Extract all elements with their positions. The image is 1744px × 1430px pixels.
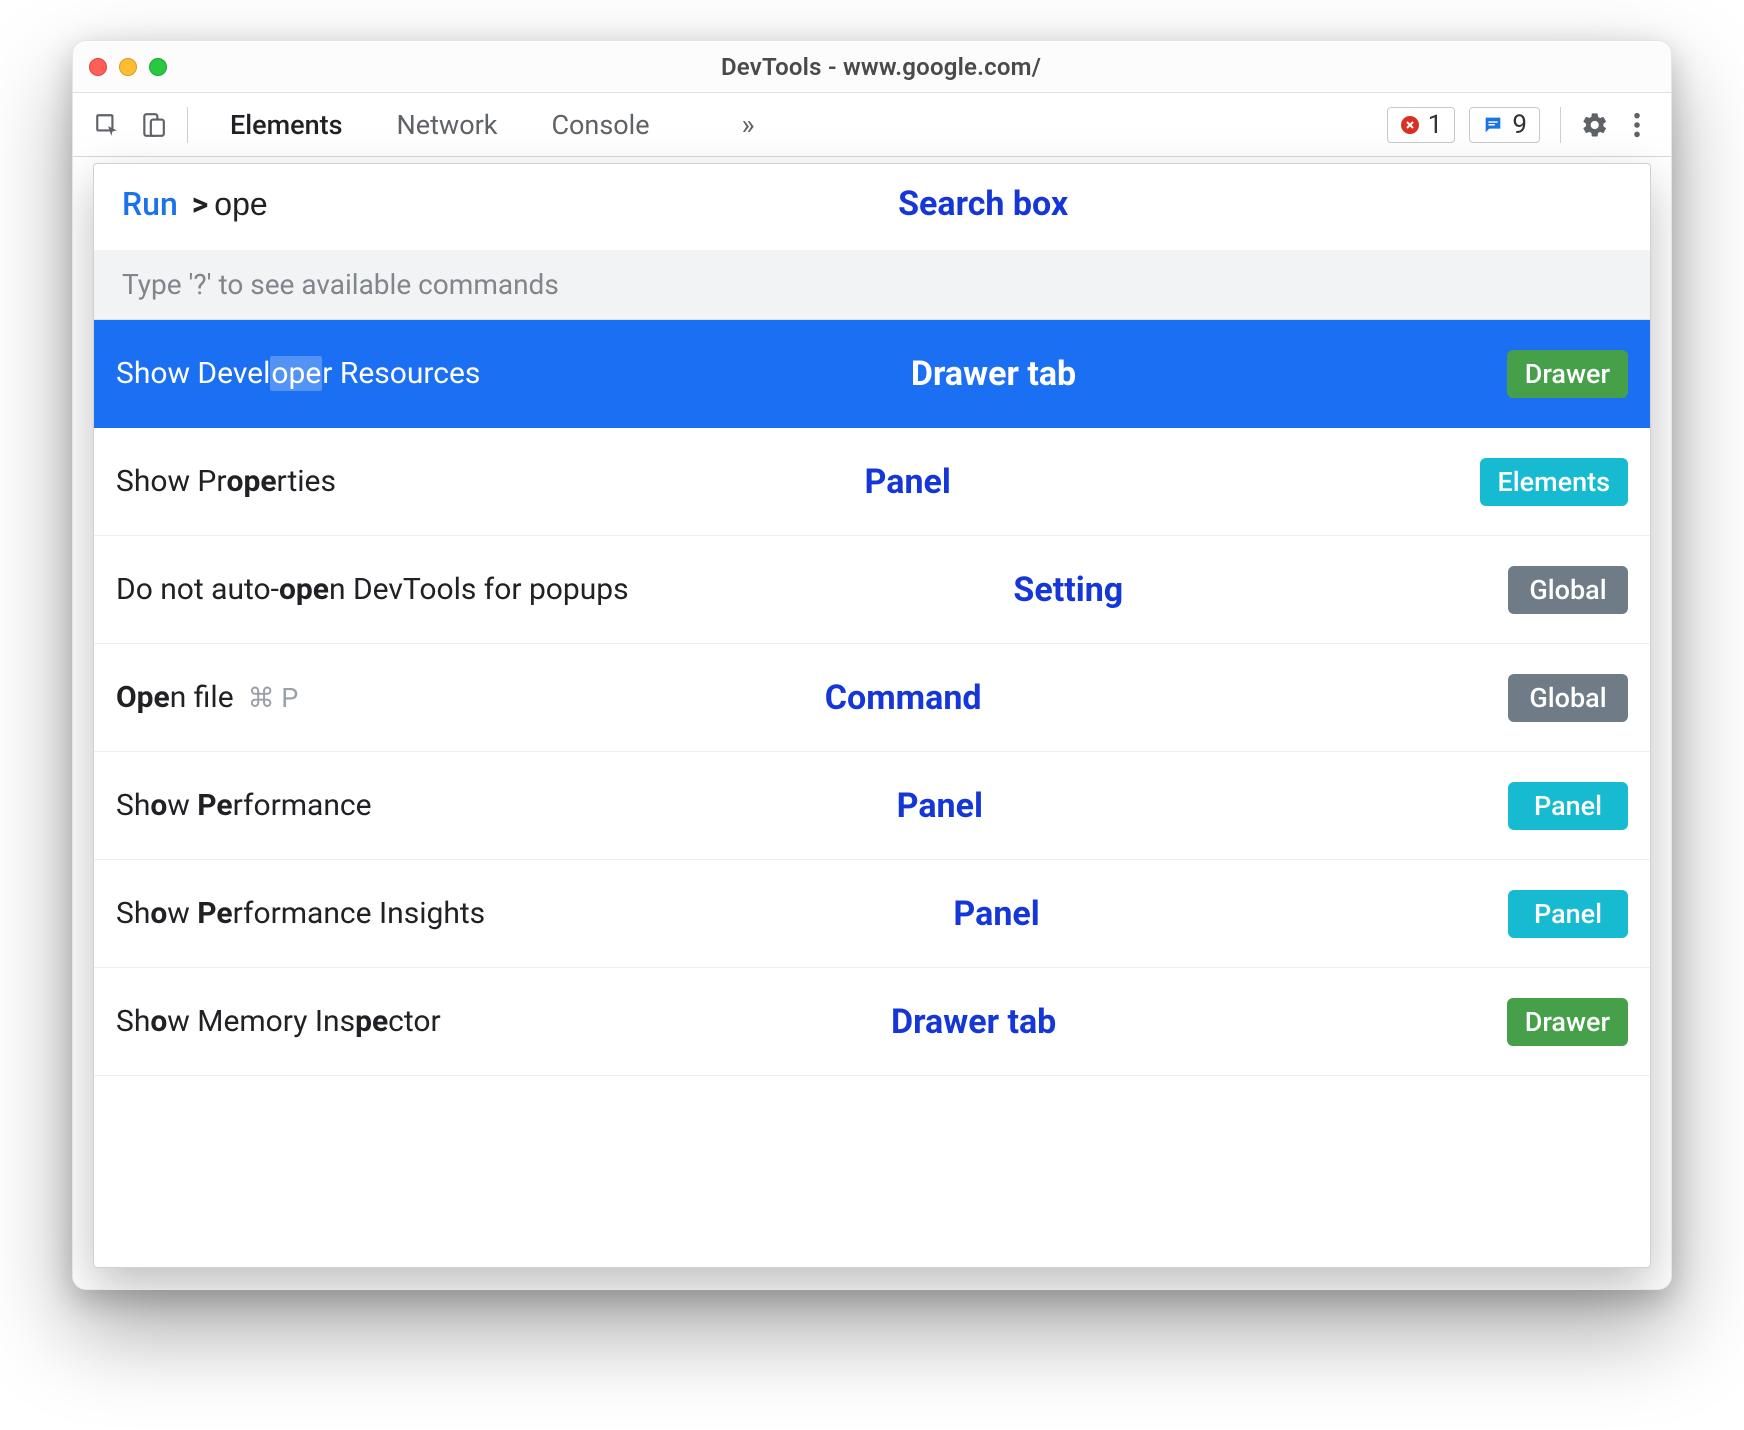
command-result-badge: Panel — [1508, 782, 1628, 830]
command-result[interactable]: Show Developer Resources Drawer tab Drawer — [94, 320, 1650, 428]
annotation-result-type: Drawer tab — [891, 1002, 1056, 1042]
annotation-result-type: Drawer tab — [911, 354, 1076, 394]
command-prefix: > — [192, 185, 209, 223]
annotation-search-box: Search box — [898, 184, 1068, 224]
command-result-shortcut: ⌘ P — [248, 682, 299, 714]
command-hint: Type '?' to see available commands — [94, 250, 1650, 320]
command-result-label: Show Properties — [116, 464, 336, 499]
command-result-label: Do not auto-open DevTools for popups — [116, 572, 629, 607]
device-toggle-icon[interactable] — [139, 111, 167, 139]
command-result[interactable]: Do not auto-open DevTools for popups Sett… — [94, 536, 1650, 644]
devtools-toolbar: Elements Network Console » 1 9 — [73, 93, 1671, 157]
command-result-badge: Panel — [1508, 890, 1628, 938]
zoom-window-button[interactable] — [149, 58, 167, 76]
command-result[interactable]: Show Properties Panel Elements — [94, 428, 1650, 536]
command-search-row: Run > Search box — [94, 164, 1650, 250]
command-result[interactable]: Open file ⌘ P Command Global — [94, 644, 1650, 752]
minimize-window-button[interactable] — [119, 58, 137, 76]
command-result[interactable]: Show Performance Panel Panel — [94, 752, 1650, 860]
tab-console[interactable]: Console — [549, 103, 651, 147]
command-search-input[interactable] — [214, 186, 334, 223]
window-controls — [89, 58, 167, 76]
annotation-result-type: Panel — [897, 786, 983, 826]
command-menu: Run > Search box Type '?' to see availab… — [93, 163, 1651, 1268]
command-result-label: Show Performance Insights — [116, 896, 485, 931]
settings-gear-icon[interactable] — [1581, 111, 1609, 139]
annotation-result-type: Command — [825, 678, 982, 718]
command-result-label: Show Developer Resources — [116, 356, 480, 391]
messages-count: 9 — [1512, 110, 1527, 140]
command-result-badge: Elements — [1480, 458, 1629, 506]
close-window-button[interactable] — [89, 58, 107, 76]
annotation-result-type: Panel — [865, 462, 951, 502]
command-result-badge: Global — [1508, 566, 1628, 614]
errors-count: 1 — [1428, 110, 1443, 140]
panel-tabs: Elements Network Console » — [228, 103, 755, 147]
error-icon — [1400, 115, 1420, 135]
devtools-window: DevTools - www.google.com/ — [72, 40, 1672, 1290]
command-result-badge: Drawer — [1507, 998, 1628, 1046]
inspect-element-icon[interactable] — [93, 111, 121, 139]
command-result[interactable]: Show Memory Inspector Drawer tab Drawer — [94, 968, 1650, 1076]
command-result-badge: Global — [1508, 674, 1628, 722]
window-title: DevTools - www.google.com/ — [167, 53, 1595, 81]
more-tabs-icon[interactable]: » — [742, 108, 755, 141]
titlebar: DevTools - www.google.com/ — [73, 41, 1671, 93]
toolbar-separator — [1560, 107, 1561, 143]
errors-badge[interactable]: 1 — [1387, 107, 1456, 143]
annotation-result-type: Panel — [953, 894, 1039, 934]
command-result[interactable]: Show Performance Insights Panel Panel — [94, 860, 1650, 968]
command-run-label: Run — [122, 185, 178, 223]
more-options-icon[interactable] — [1623, 111, 1651, 139]
annotation-result-type: Setting — [1013, 570, 1123, 610]
toolbar-separator — [187, 107, 188, 143]
message-icon — [1482, 114, 1504, 136]
command-result-label: Open file — [116, 680, 234, 715]
tab-network[interactable]: Network — [395, 103, 500, 147]
command-results: Show Developer Resources Drawer tab Drawer… — [94, 320, 1650, 1267]
command-result-label: Show Performance — [116, 788, 372, 823]
command-result-label: Show Memory Inspector — [116, 1004, 441, 1039]
messages-badge[interactable]: 9 — [1469, 107, 1540, 143]
command-result-badge: Drawer — [1507, 350, 1628, 398]
tab-elements[interactable]: Elements — [228, 103, 345, 147]
